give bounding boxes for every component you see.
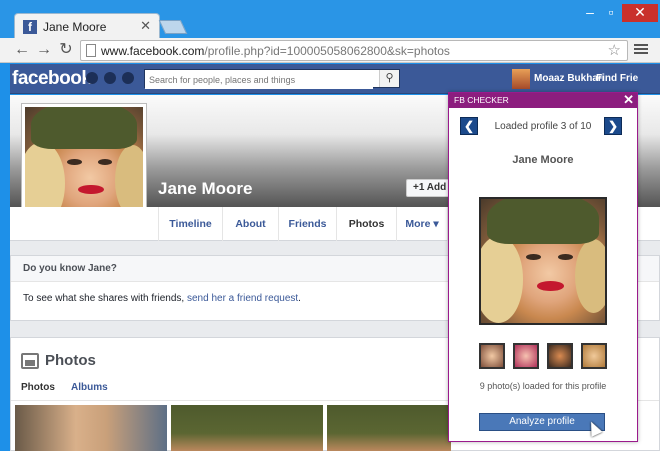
find-friends-link[interactable]: Find Frie (596, 73, 638, 84)
analyze-profile-button[interactable]: Analyze profile (479, 413, 605, 431)
maximize-button[interactable]: ▫ (602, 4, 620, 22)
send-friend-request-link[interactable]: send her a friend request (187, 293, 298, 304)
page-icon (86, 44, 96, 57)
facebook-search: ⚲ (144, 69, 400, 89)
checker-close-icon[interactable]: ✕ (623, 92, 634, 108)
window-close-button[interactable]: ✕ (622, 4, 658, 22)
url-path: /profile.php?id=100005058062800&sk=photo… (204, 44, 450, 58)
browser-toolbar: ← → ↻ www.facebook.com/profile.php?id=10… (0, 38, 660, 63)
checker-thumbnails (479, 343, 611, 369)
know-text-prefix: To see what she shares with friends, (23, 293, 187, 304)
menu-icon[interactable] (634, 42, 648, 56)
photos-icon (21, 353, 39, 369)
forward-arrow-icon[interactable]: → (34, 40, 54, 60)
user-name[interactable]: Moaaz Bukhari (534, 73, 605, 84)
minimize-button[interactable]: – (580, 4, 600, 22)
photo-thumbnail[interactable] (15, 405, 167, 451)
back-arrow-icon[interactable]: ← (12, 40, 32, 60)
checker-thumbnail[interactable] (479, 343, 505, 369)
checker-main-photo (479, 197, 607, 325)
messages-icon[interactable] (104, 72, 116, 84)
friend-requests-icon[interactable] (86, 72, 98, 84)
photo-thumbnail[interactable] (327, 405, 451, 451)
know-text: To see what she shares with friends, sen… (23, 293, 301, 304)
tab-close-icon[interactable]: ✕ (140, 18, 151, 34)
checker-photo-image (481, 199, 605, 323)
url-domain: www.facebook.com (101, 44, 205, 58)
tab-title: Jane Moore (43, 20, 107, 34)
tab-about[interactable]: About (222, 207, 278, 241)
facebook-favicon-icon: f (23, 20, 37, 34)
photo-thumbnail[interactable] (171, 405, 323, 451)
photos-title: Photos (45, 352, 96, 369)
subtab-photos[interactable]: Photos (21, 382, 55, 393)
tab-photos[interactable]: Photos (336, 207, 396, 241)
photo-count: 9 photo(s) loaded for this profile (479, 381, 607, 391)
checker-thumbnail[interactable] (581, 343, 607, 369)
address-url: www.facebook.com/profile.php?id=10000505… (101, 44, 450, 58)
checker-header: FB CHECKER ✕ (449, 92, 637, 108)
fb-checker-panel: FB CHECKER ✕ ❮ Loaded profile 3 of 10 ❯ … (448, 92, 638, 442)
facebook-topbar: facebook ⚲ Moaaz Bukhari Find Frie (10, 64, 660, 94)
user-avatar[interactable] (512, 69, 530, 89)
subtab-albums[interactable]: Albums (71, 382, 108, 393)
profile-name: Jane Moore (158, 179, 253, 198)
bookmark-star-icon[interactable]: ☆ (608, 41, 621, 59)
search-input[interactable] (145, 71, 373, 89)
reload-icon[interactable]: ↻ (56, 40, 76, 60)
notifications-icon[interactable] (122, 72, 134, 84)
know-text-suffix: . (298, 293, 301, 304)
checker-thumbnail[interactable] (547, 343, 573, 369)
tab-timeline[interactable]: Timeline (158, 207, 222, 241)
facebook-logo[interactable]: facebook (12, 68, 92, 90)
tab-more[interactable]: More ▾ (396, 207, 448, 241)
search-icon[interactable]: ⚲ (379, 70, 399, 87)
checker-title: FB CHECKER (454, 95, 509, 105)
browser-tab[interactable]: f Jane Moore ✕ (14, 13, 160, 39)
checker-profile-name: Jane Moore (512, 154, 574, 166)
checker-thumbnail[interactable] (513, 343, 539, 369)
address-bar[interactable]: www.facebook.com/profile.php?id=10000505… (80, 40, 628, 61)
browser-titlebar: f Jane Moore ✕ – ▫ ✕ (0, 0, 660, 39)
tab-friends[interactable]: Friends (278, 207, 336, 241)
next-profile-button[interactable]: ❯ (604, 117, 622, 135)
new-tab-button[interactable] (158, 20, 188, 34)
